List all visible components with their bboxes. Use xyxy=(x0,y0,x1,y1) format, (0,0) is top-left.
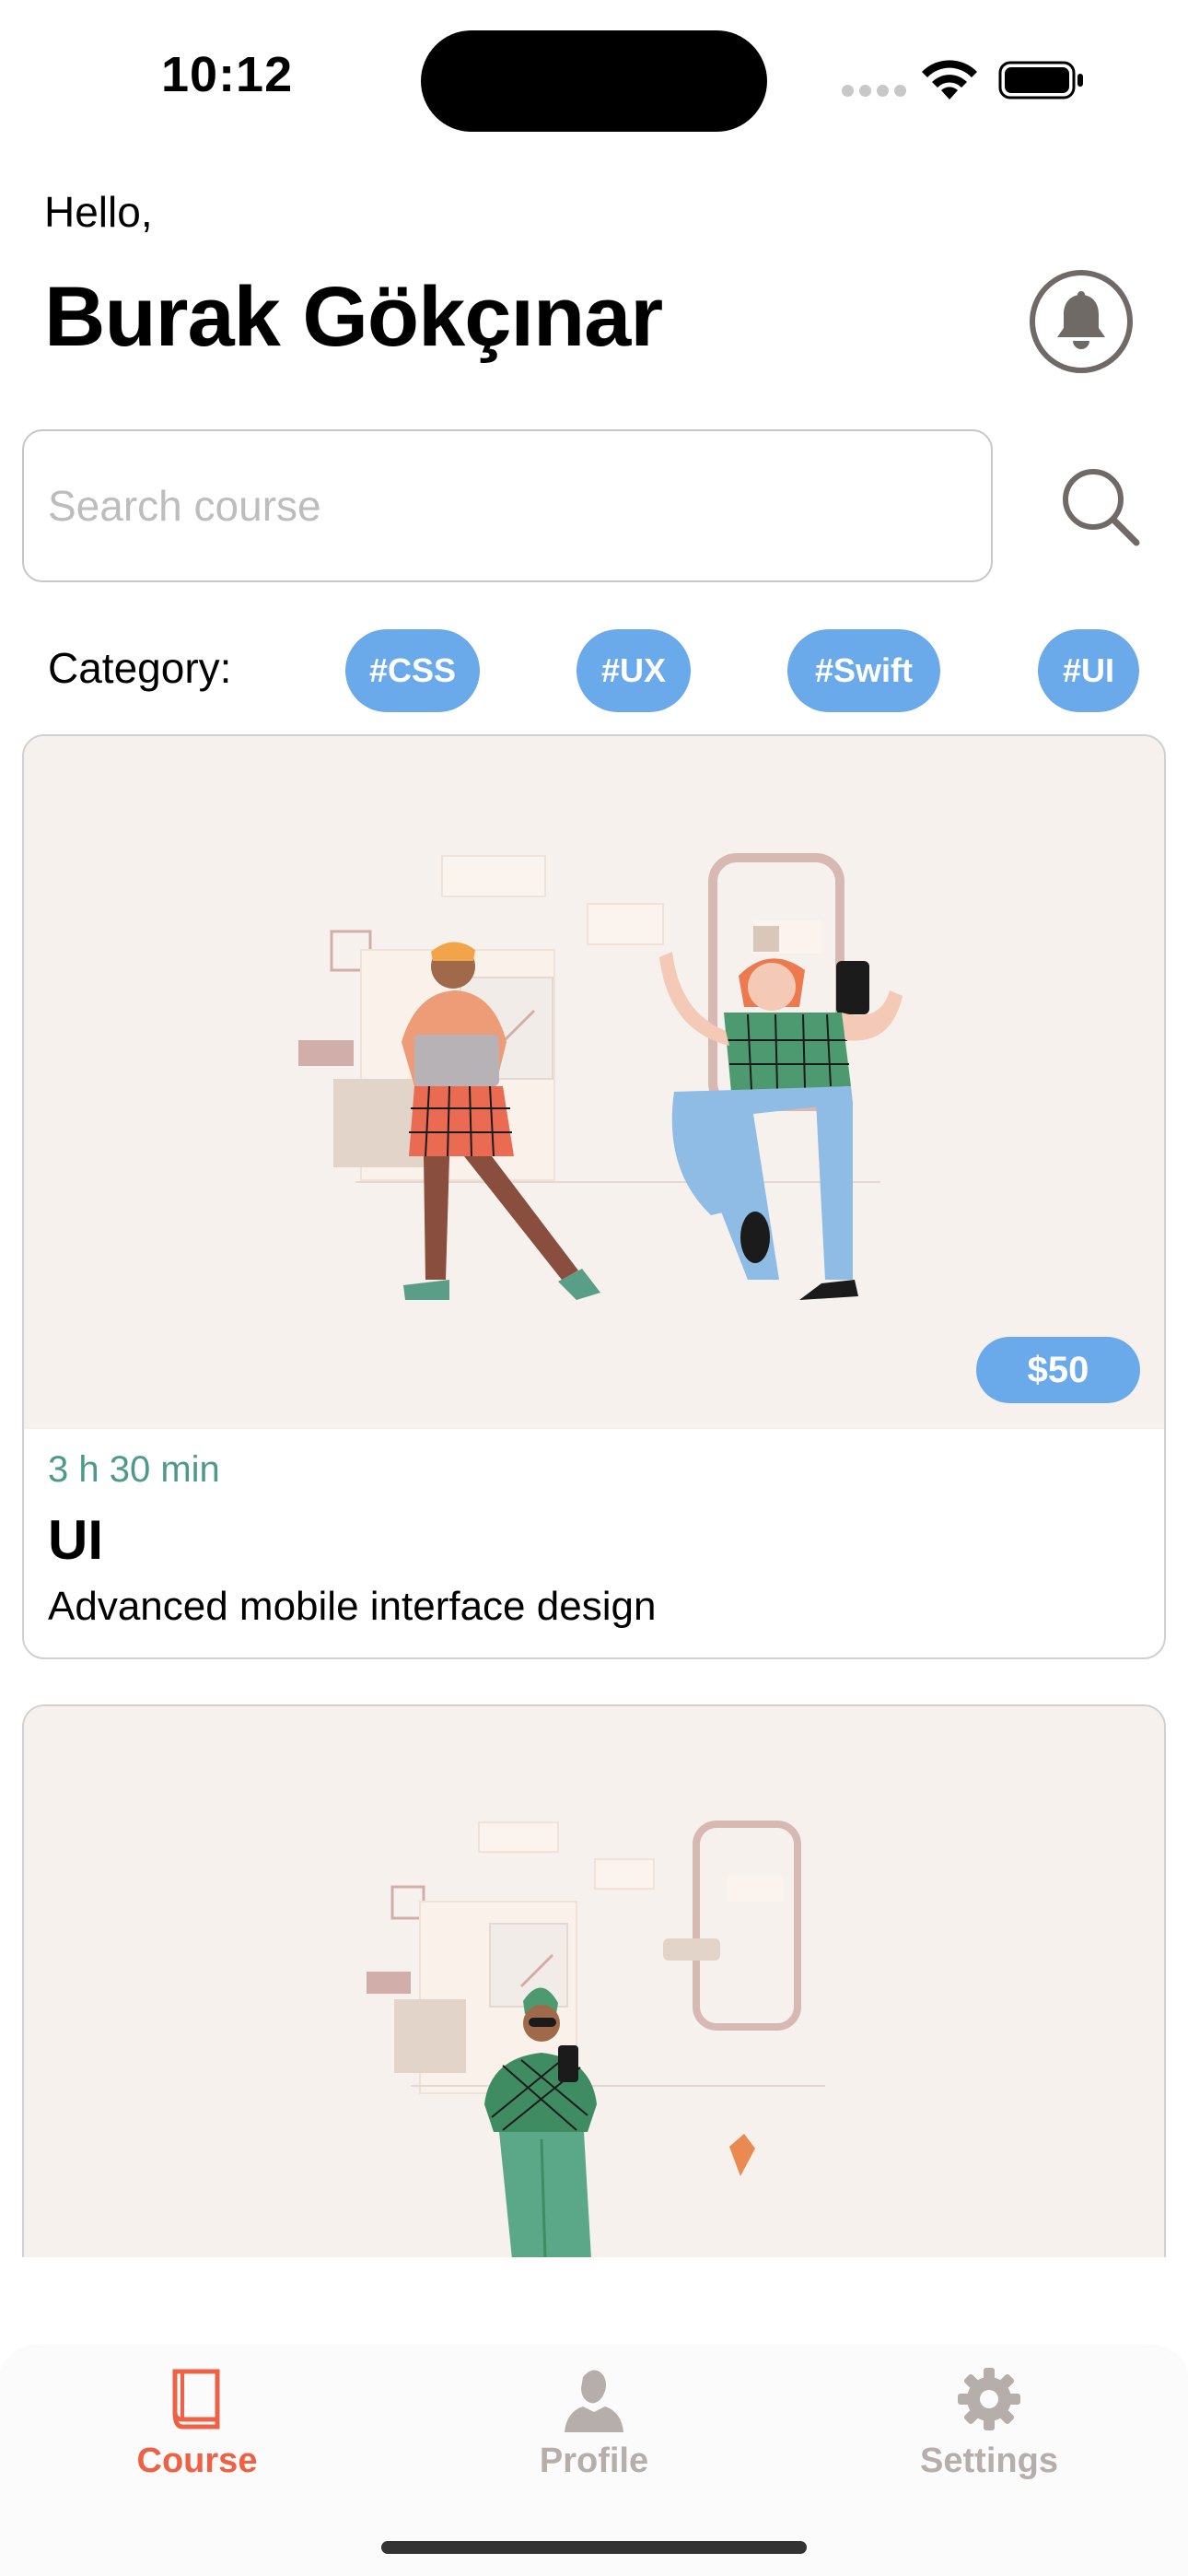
person-with-phone-illustration xyxy=(367,1821,825,2257)
category-chip-swift[interactable]: #Swift xyxy=(787,629,940,712)
course-image xyxy=(24,1706,1164,2257)
book-icon xyxy=(172,2369,220,2430)
category-chip-ui[interactable]: #UI xyxy=(1038,629,1139,712)
category-label: Category: xyxy=(48,644,232,692)
gear-icon xyxy=(958,2368,1020,2430)
tab-course[interactable]: Course xyxy=(77,2366,317,2504)
battery-icon xyxy=(998,61,1083,100)
course-title: UI xyxy=(48,1509,103,1571)
course-duration: 3 h 30 min xyxy=(48,1449,220,1490)
course-card[interactable]: $50 3 h 30 min UI Advanced mobile interf… xyxy=(22,734,1166,1659)
tab-profile-label: Profile xyxy=(539,2441,649,2480)
course-description: Advanced mobile interface design xyxy=(48,1584,657,1629)
tab-course-label: Course xyxy=(136,2441,258,2480)
two-people-design-illustration xyxy=(298,853,903,1300)
category-chip-ux[interactable]: #UX xyxy=(577,629,691,712)
tab-settings-label: Settings xyxy=(920,2441,1058,2480)
tab-profile[interactable]: Profile xyxy=(474,2366,714,2504)
bell-icon xyxy=(1057,291,1105,349)
dynamic-island xyxy=(421,30,767,132)
tab-settings[interactable]: Settings xyxy=(869,2366,1109,2504)
user-name: Burak Gökçınar xyxy=(44,270,663,364)
wifi-icon xyxy=(922,60,977,100)
price-badge: $50 xyxy=(976,1337,1140,1403)
course-image: $50 xyxy=(24,736,1164,1429)
search-icon[interactable] xyxy=(1059,465,1142,548)
notifications-button[interactable] xyxy=(1030,270,1133,373)
cellular-signal-icon xyxy=(842,85,906,98)
course-card[interactable] xyxy=(22,1704,1166,2257)
home-indicator xyxy=(381,2541,807,2554)
greeting-text: Hello, xyxy=(44,188,153,236)
category-chip-css[interactable]: #CSS xyxy=(345,629,480,712)
status-bar: 10:12 xyxy=(0,0,1188,157)
status-time: 10:12 xyxy=(161,47,294,102)
search-input[interactable] xyxy=(22,429,993,582)
person-icon xyxy=(565,2370,623,2432)
